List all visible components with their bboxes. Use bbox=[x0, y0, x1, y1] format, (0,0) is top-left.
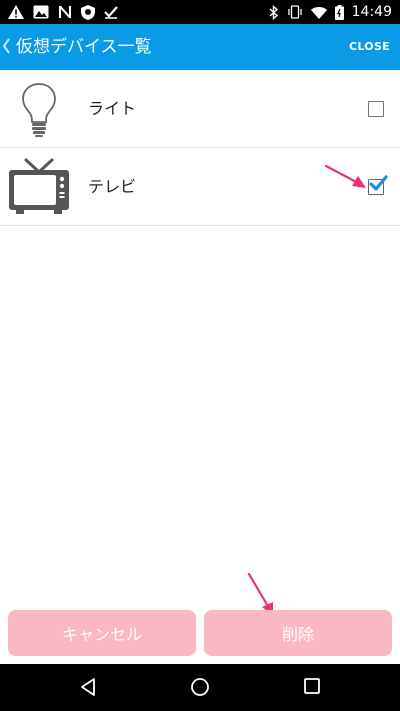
warning-icon bbox=[8, 5, 24, 19]
lightbulb-icon bbox=[8, 78, 70, 140]
n-icon bbox=[58, 5, 72, 19]
delete-button[interactable]: 削除 bbox=[204, 610, 392, 656]
wifi-icon bbox=[310, 6, 327, 19]
checkmark-icon bbox=[369, 175, 388, 191]
device-checkbox[interactable] bbox=[368, 175, 388, 195]
shield-icon bbox=[81, 4, 95, 20]
device-label: ライト bbox=[88, 99, 137, 118]
page-title: 仮想デバイス一覧 bbox=[16, 37, 152, 57]
status-time: 14:49 bbox=[351, 4, 392, 20]
home-icon[interactable] bbox=[190, 677, 210, 701]
app-bar: 仮想デバイス一覧 CLOSE bbox=[0, 24, 400, 70]
recents-icon[interactable] bbox=[303, 677, 321, 699]
bluetooth-icon bbox=[269, 4, 279, 20]
cancel-button[interactable]: キャンセル bbox=[8, 610, 196, 656]
back-icon[interactable] bbox=[78, 677, 98, 701]
close-button[interactable]: CLOSE bbox=[349, 24, 390, 70]
nav-bar bbox=[0, 664, 400, 711]
list-item[interactable]: テレビ bbox=[0, 148, 400, 226]
device-checkbox[interactable] bbox=[368, 101, 384, 117]
vibrate-icon bbox=[287, 5, 303, 19]
list-item[interactable]: ライト bbox=[0, 70, 400, 148]
photo-icon bbox=[33, 5, 49, 19]
chevron-left-icon[interactable] bbox=[2, 37, 12, 59]
status-bar: 14:49 bbox=[0, 0, 400, 24]
check-icon bbox=[104, 5, 118, 19]
battery-icon bbox=[334, 4, 344, 20]
device-label: テレビ bbox=[88, 177, 137, 196]
tv-icon bbox=[8, 156, 70, 218]
